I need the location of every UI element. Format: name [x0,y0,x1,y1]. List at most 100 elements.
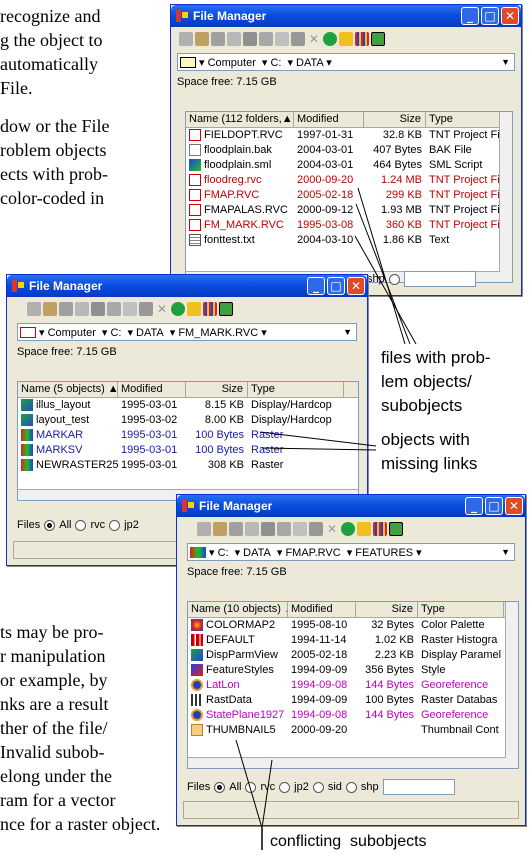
tool-icon[interactable] [75,302,89,316]
view-icon[interactable] [371,32,385,46]
list-item[interactable]: FMAP.RVC 2005-02-18 299 KB TNT Project File [186,188,512,203]
tool-icon[interactable] [293,522,307,536]
tool-icon[interactable] [171,302,185,316]
column-size[interactable]: Size [356,602,418,617]
filter-rvc-radio[interactable] [245,781,257,793]
tool-icon[interactable] [227,32,241,46]
filter-input[interactable] [382,779,455,795]
tool-icon[interactable] [213,522,227,536]
tool-icon[interactable] [341,522,355,536]
tool-icon[interactable] [277,522,291,536]
file-list[interactable]: Name (5 objects) ▲ Modified Size Type il… [17,381,359,501]
tool-icon[interactable] [107,302,121,316]
title-bar[interactable]: File Manager _ □ ✕ [7,275,367,297]
tool-icon[interactable] [229,522,243,536]
chevron-down-icon[interactable]: ▼ [501,57,510,67]
filter-jp2-radio[interactable] [109,519,121,531]
tool-icon[interactable] [91,302,105,316]
tool-icon[interactable] [179,32,193,46]
tool-icon[interactable] [123,302,137,316]
tool-icon[interactable] [245,522,259,536]
grid-icon[interactable] [355,32,369,46]
filter-rvc-radio[interactable] [75,519,87,531]
minimize-button[interactable]: _ [307,277,325,295]
list-item[interactable]: FeatureStyles 1994-09-09 356 Bytes Style [188,663,518,678]
tool-icon[interactable] [211,32,225,46]
chevron-down-icon[interactable]: ▼ [501,547,510,557]
path-dropdown[interactable]: ▾ C: ▾ DATA ▾ FMAP.RVC ▾ FEATURES ▾ ▼ [187,543,515,561]
view-icon[interactable] [389,522,403,536]
vertical-scrollbar[interactable] [499,112,512,282]
list-item[interactable]: FM_MARK.RVC 1995-03-08 360 KB TNT Project F… [186,218,512,233]
tool-icon[interactable] [323,32,337,46]
column-type[interactable]: Type [248,382,344,397]
tool-icon[interactable] [139,302,153,316]
delete-icon[interactable]: ✕ [325,522,339,536]
folder-icon[interactable] [339,32,353,46]
list-item[interactable]: DEFAULT 1994-11-14 1.02 KB Raster Histogra [188,633,518,648]
column-type[interactable]: Type [426,112,500,127]
filter-shp-radio[interactable] [345,781,357,793]
column-modified[interactable]: Modified [288,602,356,617]
list-item[interactable]: FMAPALAS.RVC 2000-09-12 1.93 MB TNT Project… [186,203,512,218]
tool-icon[interactable] [195,32,209,46]
chevron-down-icon[interactable]: ▼ [343,327,352,337]
column-modified[interactable]: Modified [118,382,186,397]
title-bar[interactable]: File Manager _ □ ✕ [177,495,525,517]
tool-icon[interactable] [261,522,275,536]
list-item[interactable]: fonttest.txt 2004-03-10 1.86 KB Text [186,233,512,248]
list-item[interactable]: FIELDOPT.RVC 1997-01-31 32.8 KB TNT Project… [186,128,512,143]
filter-sid-radio[interactable] [312,781,324,793]
tool-icon[interactable] [259,32,273,46]
maximize-button[interactable]: □ [485,497,503,515]
filter-all-radio[interactable] [214,781,226,793]
view-icon[interactable] [219,302,233,316]
minimize-button[interactable]: _ [465,497,483,515]
list-item[interactable]: floodreg.rvc 2000-09-20 1.24 MB TNT Project… [186,173,512,188]
path-dropdown[interactable]: ▾ Computer ▾ C: ▾ DATA ▾ ▼ [177,53,515,71]
list-item[interactable]: StatePlane1927 1994-09-08 144 Bytes Georefe… [188,708,518,723]
horizontal-scrollbar[interactable] [188,757,506,768]
tool-icon[interactable] [59,302,73,316]
close-button[interactable]: ✕ [505,497,523,515]
column-modified[interactable]: Modified [294,112,364,127]
tool-icon[interactable] [243,32,257,46]
column-name[interactable]: Name (112 folders,▲ [186,112,294,127]
filter-input[interactable] [403,271,476,287]
close-button[interactable]: ✕ [347,277,365,295]
tool-icon[interactable] [43,302,57,316]
vertical-scrollbar[interactable] [505,602,518,768]
close-button[interactable]: ✕ [501,7,519,25]
path-dropdown[interactable]: ▾ Computer ▾ C: ▾ DATA ▾ FM_MARK.RVC ▾ ▼ [17,323,357,341]
grid-icon[interactable] [373,522,387,536]
folder-icon[interactable] [357,522,371,536]
filter-shp-radio[interactable] [388,273,400,285]
tool-icon[interactable] [27,302,41,316]
delete-icon[interactable]: ✕ [307,32,321,46]
tool-icon[interactable] [309,522,323,536]
maximize-button[interactable]: □ [327,277,345,295]
list-item[interactable]: THUMBNAIL5 2000-09-20 Thumbnail Cont [188,723,518,738]
list-item[interactable]: RastData 1994-09-09 100 Bytes Raster Databa… [188,693,518,708]
list-item[interactable]: layout_test 1995-03-02 8.00 KB Display/Hard… [18,413,358,428]
file-list[interactable]: Name (10 objects) ▲ Modified Size Type C… [187,601,519,769]
list-item[interactable]: NEWRASTER255 1995-03-01 308 KB Raster [18,458,358,473]
grid-icon[interactable] [203,302,217,316]
list-item[interactable]: floodplain.bak 2004-03-01 407 Bytes BAK Fil… [186,143,512,158]
maximize-button[interactable]: □ [481,7,499,25]
list-item[interactable]: MARKAR 1995-03-01 100 Bytes Raster [18,428,358,443]
list-item[interactable]: COLORMAP2 1995-08-10 32 Bytes Color Palette [188,618,518,633]
tool-icon[interactable] [197,522,211,536]
list-item[interactable]: MARKSV 1995-03-01 100 Bytes Raster [18,443,358,458]
folder-icon[interactable] [187,302,201,316]
tool-icon[interactable] [275,32,289,46]
column-name[interactable]: Name (5 objects) ▲ [18,382,118,397]
delete-icon[interactable]: ✕ [155,302,169,316]
column-name[interactable]: Name (10 objects) ▲ [188,602,288,617]
tool-icon[interactable] [291,32,305,46]
title-bar[interactable]: File Manager _ □ ✕ [171,5,521,27]
column-type[interactable]: Type [418,602,504,617]
minimize-button[interactable]: _ [461,7,479,25]
list-item[interactable]: floodplain.sml 2004-03-01 464 Bytes SML Scr… [186,158,512,173]
filter-all-radio[interactable] [44,519,56,531]
